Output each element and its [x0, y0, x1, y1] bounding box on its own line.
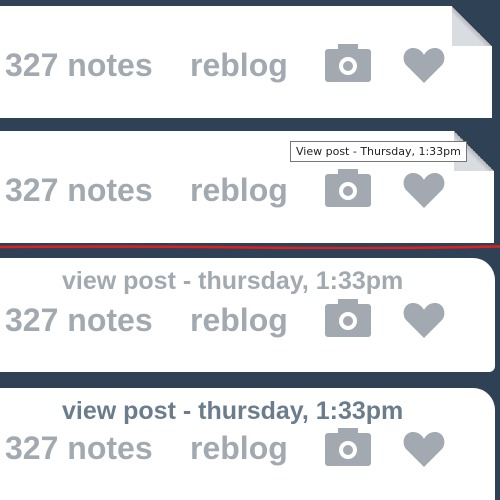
notes-count-link[interactable]: 327 notes [5, 174, 153, 206]
post-footer-viewpost: view post - thursday, 1:33pm 327 notes r… [0, 258, 495, 372]
camera-icon[interactable] [325, 299, 371, 337]
camera-icon[interactable] [325, 44, 371, 82]
camera-icon[interactable] [325, 169, 371, 207]
reblog-link[interactable]: reblog [190, 49, 288, 81]
camera-icon[interactable] [325, 428, 371, 466]
view-post-link[interactable]: view post - thursday, 1:33pm [62, 399, 403, 424]
heart-icon[interactable] [403, 46, 445, 84]
dog-ear-corner [452, 6, 492, 46]
reblog-link[interactable]: reblog [190, 174, 288, 206]
notes-count-link[interactable]: 327 notes [5, 432, 153, 464]
divider-line [0, 245, 500, 249]
heart-icon[interactable] [403, 171, 445, 209]
notes-count-link[interactable]: 327 notes [5, 304, 153, 336]
post-footer-viewpost-hover: view post - thursday, 1:33pm 327 notes r… [0, 388, 495, 500]
notes-count-link[interactable]: 327 notes [5, 49, 153, 81]
view-post-tooltip: View post - Thursday, 1:33pm [290, 141, 467, 162]
post-footer-default: 327 notes reblog [0, 6, 492, 118]
heart-icon[interactable] [403, 301, 445, 339]
reblog-link[interactable]: reblog [190, 304, 288, 336]
reblog-link[interactable]: reblog [190, 432, 288, 464]
heart-icon[interactable] [403, 430, 445, 468]
view-post-link[interactable]: view post - thursday, 1:33pm [62, 269, 403, 294]
